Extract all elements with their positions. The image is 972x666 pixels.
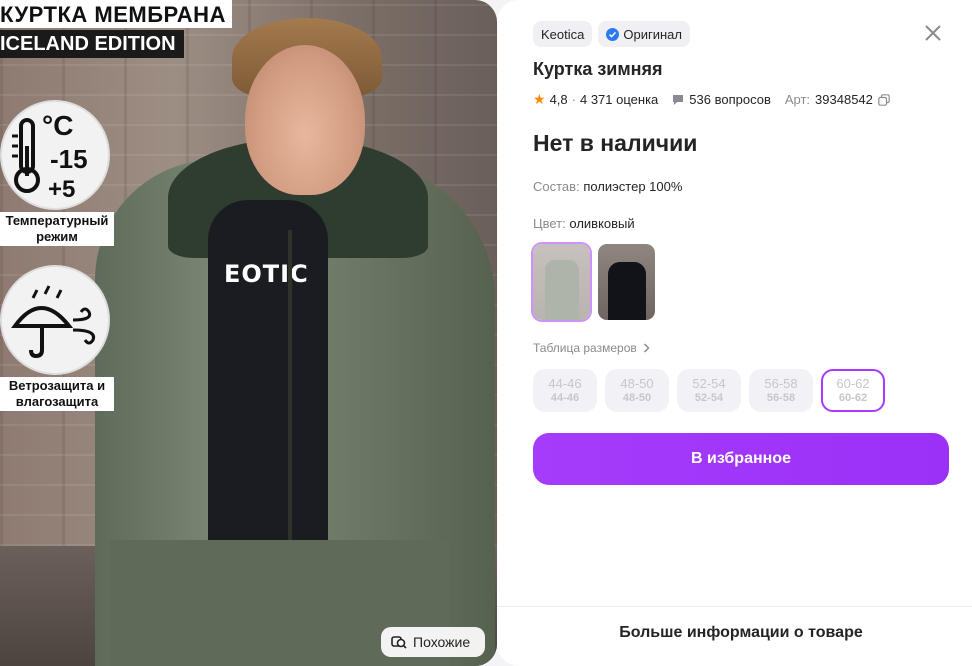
star-icon: ★ xyxy=(533,91,546,107)
questions-link[interactable]: 536 вопросов xyxy=(672,92,771,107)
close-icon xyxy=(925,25,941,41)
color-value: оливковый xyxy=(569,216,635,231)
chat-bubble-icon xyxy=(673,94,684,105)
size-sublabel: 56-58 xyxy=(766,392,796,404)
similar-button[interactable]: Похожие xyxy=(381,627,485,657)
thumb-jacket xyxy=(608,262,646,320)
temp-high: +5 xyxy=(48,176,76,203)
product-modal: EOTIC КУРТКА МЕМБРАНА ICELAND EDITION °C… xyxy=(0,0,972,666)
thermometer-icon xyxy=(12,118,40,193)
chevron-right-icon xyxy=(643,343,650,353)
product-title: Куртка зимняя xyxy=(533,59,663,79)
size-label: 56-58 xyxy=(764,376,798,391)
article-number: 39348542 xyxy=(815,92,873,107)
close-button[interactable] xyxy=(922,22,944,44)
tshirt-print: EOTIC xyxy=(224,260,309,288)
promo-subtitle: ICELAND EDITION xyxy=(0,30,184,58)
article-label: Арт: xyxy=(784,92,811,107)
thumb-jacket xyxy=(545,260,579,320)
similar-search-icon xyxy=(391,636,407,649)
copy-icon[interactable] xyxy=(878,93,890,106)
size-sublabel: 44-46 xyxy=(550,392,580,404)
stock-status: Нет в наличии xyxy=(533,130,698,156)
composition-label: Состав: xyxy=(533,179,580,194)
color-thumb-olive[interactable] xyxy=(531,242,592,322)
promo-title: КУРТКА МЕМБРАНА xyxy=(0,0,232,28)
questions-count: 536 вопросов xyxy=(689,92,771,107)
size-label: 52-54 xyxy=(692,376,726,391)
temp-low: -15 xyxy=(50,144,88,174)
protection-badge xyxy=(0,265,110,375)
original-chip[interactable]: Оригинал xyxy=(598,21,690,47)
umbrella-wind-icon xyxy=(11,285,96,359)
reviews-count[interactable]: 4 371 оценка xyxy=(580,92,658,107)
product-photo[interactable]: EOTIC КУРТКА МЕМБРАНА ICELAND EDITION °C… xyxy=(0,0,497,666)
color-label: Цвет: xyxy=(533,216,566,231)
composition-value: полиэстер 100% xyxy=(583,179,683,194)
model-head xyxy=(245,45,365,195)
color-thumbnails xyxy=(531,242,655,322)
size-table-link[interactable]: Таблица размеров xyxy=(533,341,650,355)
brand-chip[interactable]: Keotica xyxy=(533,21,593,47)
panel-divider xyxy=(497,606,972,607)
color-thumb-black[interactable] xyxy=(598,244,655,320)
size-option[interactable]: 52-54 52-54 xyxy=(677,369,741,412)
size-label: 48-50 xyxy=(620,376,654,391)
article-block[interactable]: Арт: 39348542 xyxy=(785,92,890,107)
size-options: 44-46 44-46 48-50 48-50 52-54 52-54 56-5… xyxy=(533,369,885,412)
brand-chips: Keotica Оригинал xyxy=(533,21,690,47)
size-label: 44-46 xyxy=(548,376,582,391)
size-sublabel: 60-62 xyxy=(838,392,868,404)
celsius-symbol: °C xyxy=(42,110,74,141)
size-option[interactable]: 48-50 48-50 xyxy=(605,369,669,412)
size-sublabel: 48-50 xyxy=(622,392,652,404)
size-option[interactable]: 56-58 56-58 xyxy=(749,369,813,412)
brand-name: Keotica xyxy=(541,26,585,42)
composition-row: Состав: полиэстер 100% xyxy=(533,179,682,194)
verified-check-icon xyxy=(606,27,620,41)
temperature-label: Температурный режим xyxy=(0,212,114,246)
size-option[interactable]: 44-46 44-46 xyxy=(533,369,597,412)
temperature-badge: °C -15 +5 xyxy=(0,100,110,210)
color-row: Цвет: оливковый xyxy=(533,216,635,231)
more-info-link[interactable]: Больше информации о товаре xyxy=(497,624,972,642)
size-option-selected[interactable]: 60-62 60-62 xyxy=(821,369,885,412)
size-label: 60-62 xyxy=(836,376,870,391)
size-table-label: Таблица размеров xyxy=(533,341,637,355)
similar-label: Похожие xyxy=(413,634,471,650)
rating-value: 4,8 xyxy=(549,92,568,107)
product-meta: ★ 4,8 · 4 371 оценка 536 вопросов Арт: 3… xyxy=(533,91,890,108)
add-to-favorites-button[interactable]: В избранное xyxy=(533,433,949,485)
size-sublabel: 52-54 xyxy=(694,392,724,404)
product-info-panel: Keotica Оригинал Куртка зимняя ★ 4,8 · 4… xyxy=(497,0,972,666)
protection-label: Ветрозащита и влагозащита xyxy=(0,377,114,411)
original-label: Оригинал xyxy=(623,26,682,42)
meta-separator: · xyxy=(571,92,576,107)
